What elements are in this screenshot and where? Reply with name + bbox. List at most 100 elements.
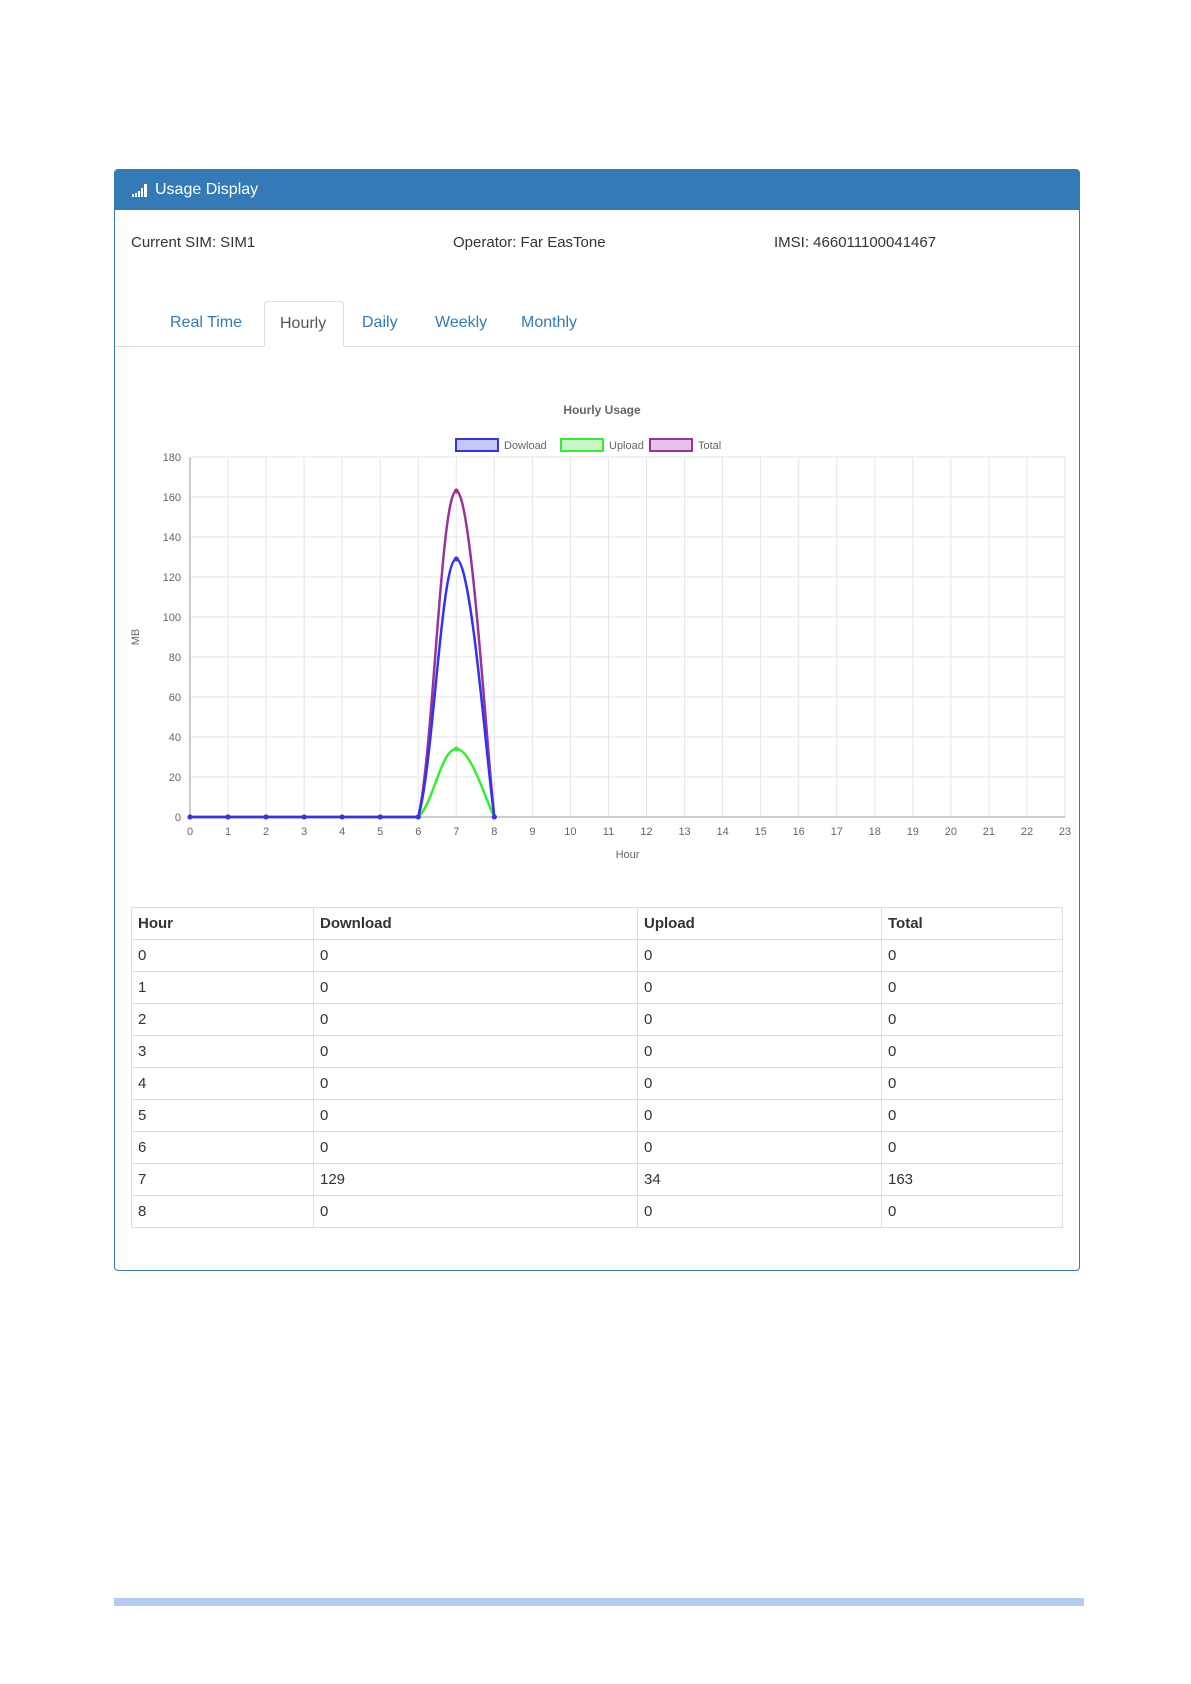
y-tick-label: 0 — [175, 812, 181, 824]
data-point — [339, 814, 345, 820]
table-cell: 2 — [131, 1003, 314, 1036]
x-tick-label: 2 — [263, 826, 269, 838]
table-cell: 0 — [881, 1099, 1063, 1132]
y-tick-label: 180 — [163, 452, 181, 464]
table-row: 4000 — [131, 1067, 1063, 1100]
table-cell: 0 — [637, 1003, 882, 1036]
x-tick-label: 9 — [529, 826, 535, 838]
x-tick-label: 18 — [869, 826, 881, 838]
table-cell: 5 — [131, 1099, 314, 1132]
x-tick-label: 13 — [678, 826, 690, 838]
page-footer-bar — [114, 1598, 1084, 1606]
table-body: 0 0 0 0 1 0 0 0 2 0 0 0 3 0 0 0 4 0 0 0 5 0 0 0 6 0 0 0 7 129 34 163 8 0 0… — [131, 939, 1063, 1228]
header-total: Total — [881, 907, 1063, 940]
x-tick-label: 7 — [453, 826, 459, 838]
table-cell: 0 — [313, 1131, 638, 1164]
table-cell: 0 — [313, 1195, 638, 1228]
x-tick-label: 14 — [716, 826, 728, 838]
legend-swatch — [560, 438, 604, 452]
hourly-usage-chart: 0 20 40 60 80 100 120 140 160 180 0 1 2 3 4 5 6 7 8 9 10 11 12… — [115, 170, 1079, 905]
y-tick-label: 120 — [163, 572, 181, 584]
x-tick-label: 8 — [491, 826, 497, 838]
y-tick-label: 100 — [163, 612, 181, 624]
legend-label: Total — [698, 440, 721, 452]
table-cell: 0 — [637, 939, 882, 972]
table-cell: 0 — [313, 1067, 638, 1100]
x-tick-label: 3 — [301, 826, 307, 838]
table-cell: 0 — [881, 1035, 1063, 1068]
data-point — [453, 488, 459, 494]
data-point — [263, 814, 269, 820]
table-cell: 0 — [881, 971, 1063, 1004]
x-tick-label: 10 — [564, 826, 576, 838]
table-cell: 163 — [881, 1163, 1063, 1196]
legend-label: Dowload — [504, 440, 547, 452]
legend-label: Upload — [609, 440, 644, 452]
table-row: 0000 — [131, 939, 1063, 972]
y-tick-label: 140 — [163, 532, 181, 544]
x-tick-label: 23 — [1059, 826, 1071, 838]
data-point — [453, 556, 459, 562]
table-cell: 0 — [637, 971, 882, 1004]
table-cell: 1 — [131, 971, 314, 1004]
data-point — [453, 746, 459, 752]
y-axis-label: MB — [130, 629, 142, 646]
x-tick-label: 11 — [603, 826, 614, 838]
table-cell: 0 — [881, 1131, 1063, 1164]
x-tick-label: 5 — [377, 826, 383, 838]
y-tick-label: 160 — [163, 492, 181, 504]
table-cell: 0 — [313, 1035, 638, 1068]
x-tick-label: 1 — [225, 826, 231, 838]
x-tick-label: 16 — [793, 826, 805, 838]
x-tick-label: 20 — [945, 826, 957, 838]
x-axis-label: Hour — [616, 849, 640, 861]
table-cell: 0 — [881, 1195, 1063, 1228]
data-point — [377, 814, 383, 820]
x-tick-label: 0 — [187, 826, 193, 838]
table-row: 8000 — [131, 1195, 1063, 1228]
table-cell: 0 — [313, 971, 638, 1004]
table-cell: 0 — [313, 939, 638, 972]
x-tick-label: 21 — [983, 826, 995, 838]
table-cell: 129 — [313, 1163, 638, 1196]
table-row: 1000 — [131, 971, 1063, 1004]
table-cell: 0 — [313, 1099, 638, 1132]
legend-swatch — [455, 438, 499, 452]
table-cell: 0 — [131, 939, 314, 972]
x-tick-label: 22 — [1021, 826, 1033, 838]
data-point — [491, 814, 497, 820]
chart-title: Hourly Usage — [563, 403, 641, 417]
usage-table: Hour Download Upload Total 0000100020003… — [131, 907, 1063, 1228]
table-cell: 0 — [881, 939, 1063, 972]
table-row: 7 129 34 163 — [131, 1163, 1063, 1196]
table-cell: 34 — [637, 1163, 882, 1196]
x-tick-label: 17 — [831, 826, 843, 838]
y-tick-label: 40 — [169, 732, 181, 744]
x-tick-label: 6 — [415, 826, 421, 838]
data-point — [415, 814, 421, 820]
x-tick-label: 4 — [339, 826, 345, 838]
table-cell: 0 — [637, 1131, 882, 1164]
table-cell: 0 — [881, 1067, 1063, 1100]
chart-svg: 0204060801001201401601800 1 2 3 4 5 6 7 8 9 10 11 12… — [130, 403, 1071, 861]
table-header-row: Hour Download Upload Total — [131, 907, 1063, 940]
table-cell: 0 — [881, 1003, 1063, 1036]
header-download: Download — [313, 907, 638, 940]
y-tick-label: 20 — [169, 772, 181, 784]
x-tick-label: 19 — [907, 826, 919, 838]
y-tick-label: 60 — [169, 692, 181, 704]
table-cell: 3 — [131, 1035, 314, 1068]
y-tick-label: 80 — [169, 652, 181, 664]
header-hour: Hour — [131, 907, 314, 940]
table-cell: 0 — [313, 1003, 638, 1036]
table-cell: 7 — [131, 1163, 314, 1196]
data-point — [301, 814, 307, 820]
data-point — [187, 814, 193, 820]
table-row: 2000 — [131, 1003, 1063, 1036]
table-cell: 4 — [131, 1067, 314, 1100]
table-row: 5000 — [131, 1099, 1063, 1132]
legend-swatch — [649, 438, 693, 452]
table-cell: 8 — [131, 1195, 314, 1228]
table-cell: 0 — [637, 1195, 882, 1228]
table-row: 3000 — [131, 1035, 1063, 1068]
